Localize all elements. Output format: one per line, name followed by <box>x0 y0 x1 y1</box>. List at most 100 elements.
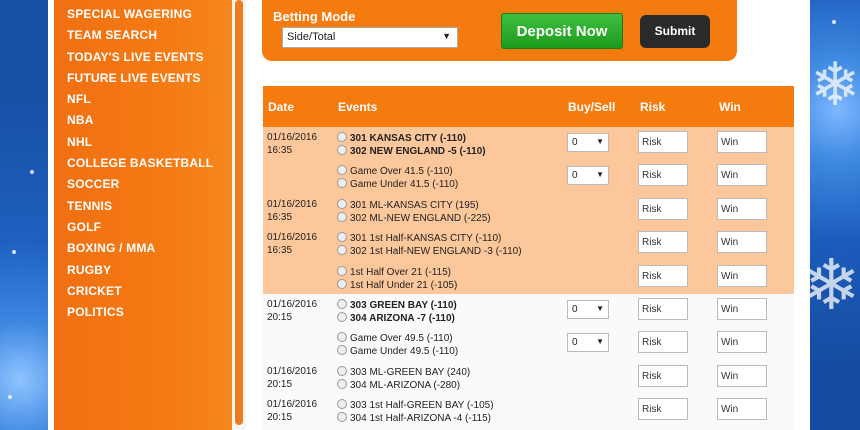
win-input[interactable]: Win <box>717 265 767 287</box>
radio-button[interactable] <box>337 345 347 355</box>
snow-dot <box>832 20 836 24</box>
sidebar-item-nba[interactable]: NBA <box>67 112 213 133</box>
event-label: Game Under 41.5 (-110) <box>350 179 459 190</box>
row-events: 303 ML-GREEN BAY (240) 304 ML-ARIZONA (-… <box>337 366 470 392</box>
event-option[interactable]: 303 ML-GREEN BAY (240) <box>337 366 470 379</box>
radio-button[interactable] <box>337 366 347 376</box>
event-label: 301 1st Half-KANSAS CITY (-110) <box>350 233 502 244</box>
radio-button[interactable] <box>337 199 347 209</box>
game-group-kc-ne: 01/16/2016 16:35 301 KANSAS CITY (-110) 3… <box>263 127 794 294</box>
risk-input[interactable]: Risk <box>638 198 688 220</box>
event-option[interactable]: 304 ARIZONA -7 (-110) <box>337 312 457 325</box>
deposit-now-button[interactable]: Deposit Now <box>501 13 623 49</box>
radio-button[interactable] <box>337 165 347 175</box>
row-date: 01/16/2016 20:15 <box>267 298 317 324</box>
event-option[interactable]: 301 1st Half-KANSAS CITY (-110) <box>337 232 522 245</box>
risk-input[interactable]: Risk <box>638 131 688 153</box>
radio-button[interactable] <box>337 266 347 276</box>
event-option[interactable]: Game Over 49.5 (-110) <box>337 332 458 345</box>
radio-button[interactable] <box>337 232 347 242</box>
sidebar-item-college-basketball[interactable]: COLLEGE BASKETBALL <box>67 155 213 176</box>
event-option[interactable]: 304 1st Half-ARIZONA -4 (-115) <box>337 412 494 425</box>
risk-input[interactable]: Risk <box>638 231 688 253</box>
radio-button[interactable] <box>337 299 347 309</box>
buy-sell-select[interactable]: 0 ▼ <box>567 333 609 352</box>
sidebar-item-cricket[interactable]: CRICKET <box>67 283 213 304</box>
event-option[interactable]: 302 1st Half-NEW ENGLAND -3 (-110) <box>337 245 522 258</box>
win-input[interactable]: Win <box>717 164 767 186</box>
risk-input[interactable]: Risk <box>638 331 688 353</box>
snow-dot <box>8 395 12 399</box>
event-option[interactable]: 303 GREEN BAY (-110) <box>337 299 457 312</box>
sidebar-item-rugby[interactable]: RUGBY <box>67 262 213 283</box>
radio-button[interactable] <box>337 412 347 422</box>
sidebar-item-todays-live-events[interactable]: TODAY'S LIVE EVENTS <box>67 49 213 70</box>
table-row: 01/16/2016 20:15 303 1st Half-GREEN BAY (… <box>263 394 794 427</box>
risk-input[interactable]: Risk <box>638 365 688 387</box>
event-option[interactable]: 302 NEW ENGLAND -5 (-110) <box>337 145 486 158</box>
time-text: 20:15 <box>267 379 293 390</box>
event-option[interactable]: 302 ML-NEW ENGLAND (-225) <box>337 212 491 225</box>
event-label: Game Over 41.5 (-110) <box>350 166 453 177</box>
time-text: 20:15 <box>267 312 293 323</box>
event-option[interactable]: Game Under 41.5 (-110) <box>337 178 458 191</box>
sidebar-item-team-search[interactable]: TEAM SEARCH <box>67 27 213 48</box>
event-option[interactable]: 301 ML-KANSAS CITY (195) <box>337 199 491 212</box>
betting-mode-select[interactable]: Side/Total ▼ <box>282 27 458 48</box>
sidebar-item-tennis[interactable]: TENNIS <box>67 198 213 219</box>
win-input[interactable]: Win <box>717 365 767 387</box>
sidebar-item-politics[interactable]: POLITICS <box>67 304 213 325</box>
buy-sell-select[interactable]: 0 ▼ <box>567 166 609 185</box>
risk-input[interactable]: Risk <box>638 398 688 420</box>
event-label: 302 NEW ENGLAND -5 (-110) <box>350 146 486 157</box>
submit-button[interactable]: Submit <box>640 15 710 48</box>
radio-button[interactable] <box>337 245 347 255</box>
snowflake-icon: ❄ <box>802 246 860 324</box>
radio-button[interactable] <box>337 312 347 322</box>
event-option[interactable]: 1st Half Under 21 (-105) <box>337 279 457 292</box>
win-input[interactable]: Win <box>717 331 767 353</box>
chevron-down-icon: ▼ <box>596 304 604 313</box>
win-input[interactable]: Win <box>717 298 767 320</box>
sidebar-scrollbar-thumb[interactable] <box>235 0 243 425</box>
event-option[interactable]: 1st Half Over 21 (-115) <box>337 266 457 279</box>
radio-button[interactable] <box>337 132 347 142</box>
radio-button[interactable] <box>337 145 347 155</box>
buy-sell-select[interactable]: 0 ▼ <box>567 300 609 319</box>
event-option[interactable]: 301 KANSAS CITY (-110) <box>337 132 486 145</box>
event-option[interactable]: Game Under 49.5 (-110) <box>337 345 458 358</box>
table-row: 01/16/2016 16:35 301 1st Half-KANSAS CITY… <box>263 227 794 260</box>
sidebar-item-special-wagering[interactable]: SPECIAL WAGERING <box>67 6 213 27</box>
table-row: 01/16/2016 20:15 303 ML-GREEN BAY (240) 3… <box>263 361 794 394</box>
sidebar-item-boxing-mma[interactable]: BOXING / MMA <box>67 240 213 261</box>
sidebar-item-future-live-events[interactable]: FUTURE LIVE EVENTS <box>67 70 213 91</box>
row-date: 01/16/2016 16:35 <box>267 231 317 257</box>
event-option[interactable]: 304 ML-ARIZONA (-280) <box>337 379 470 392</box>
event-option[interactable]: 303 1st Half-GREEN BAY (-105) <box>337 399 494 412</box>
buy-sell-select[interactable]: 0 ▼ <box>567 133 609 152</box>
row-events: 301 KANSAS CITY (-110) 302 NEW ENGLAND -… <box>337 132 486 158</box>
radio-button[interactable] <box>337 379 347 389</box>
sidebar-item-nfl[interactable]: NFL <box>67 91 213 112</box>
table-row: 01/16/2016 16:35 301 ML-KANSAS CITY (195)… <box>263 194 794 227</box>
row-events: 303 GREEN BAY (-110) 304 ARIZONA -7 (-11… <box>337 299 457 325</box>
win-input[interactable]: Win <box>717 198 767 220</box>
sidebar-item-golf[interactable]: GOLF <box>67 219 213 240</box>
radio-button[interactable] <box>337 332 347 342</box>
radio-button[interactable] <box>337 399 347 409</box>
sidebar-item-soccer[interactable]: SOCCER <box>67 176 213 197</box>
risk-input[interactable]: Risk <box>638 164 688 186</box>
event-label: 303 GREEN BAY (-110) <box>350 300 457 311</box>
win-input[interactable]: Win <box>717 398 767 420</box>
win-input[interactable]: Win <box>717 131 767 153</box>
event-option[interactable]: Game Over 41.5 (-110) <box>337 165 458 178</box>
radio-button[interactable] <box>337 279 347 289</box>
radio-button[interactable] <box>337 212 347 222</box>
sidebar-item-nhl[interactable]: NHL <box>67 134 213 155</box>
win-input[interactable]: Win <box>717 231 767 253</box>
risk-input[interactable]: Risk <box>638 298 688 320</box>
risk-input[interactable]: Risk <box>638 265 688 287</box>
radio-button[interactable] <box>337 178 347 188</box>
buy-sell-value: 0 <box>572 337 578 348</box>
sidebar-scrollbar[interactable] <box>232 0 246 430</box>
